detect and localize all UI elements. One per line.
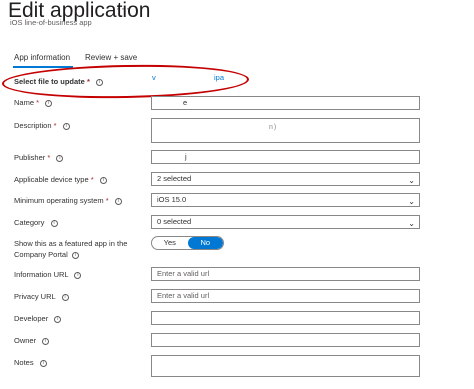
min-os-dropdown[interactable]: iOS 15.0 ⌄ bbox=[151, 193, 420, 207]
tab-review-save[interactable]: Review + save bbox=[85, 53, 137, 62]
info-icon[interactable]: i bbox=[95, 78, 103, 86]
owner-label: Owner i bbox=[14, 335, 50, 346]
device-type-label: Applicable device type * i bbox=[14, 174, 107, 185]
tab-app-information[interactable]: App information bbox=[14, 53, 70, 62]
info-icon[interactable]: i bbox=[54, 315, 62, 323]
chevron-down-icon: ⌄ bbox=[408, 197, 415, 206]
owner-input[interactable] bbox=[151, 333, 420, 347]
info-icon[interactable]: i bbox=[61, 293, 69, 301]
privacy-url-input[interactable]: Enter a valid url bbox=[151, 289, 420, 303]
device-type-dropdown[interactable]: 2 selected ⌄ bbox=[151, 172, 420, 186]
file-link[interactable]: v bbox=[152, 73, 156, 82]
publisher-field[interactable]: j bbox=[151, 150, 420, 164]
chevron-down-icon: ⌄ bbox=[408, 219, 415, 228]
publisher-label: Publisher * i bbox=[14, 152, 64, 163]
notes-input[interactable] bbox=[151, 355, 420, 377]
developer-label: Developer i bbox=[14, 313, 62, 324]
notes-label: Notes i bbox=[14, 357, 47, 368]
info-icon[interactable]: i bbox=[99, 176, 107, 184]
featured-toggle[interactable]: Yes No bbox=[151, 236, 224, 250]
description-label: Description * i bbox=[14, 120, 70, 131]
description-field[interactable]: n) bbox=[151, 118, 420, 143]
info-icon[interactable]: i bbox=[114, 197, 122, 205]
privacy-url-label: Privacy URL i bbox=[14, 291, 69, 302]
name-field[interactable]: e bbox=[151, 96, 420, 110]
toggle-no-option[interactable]: No bbox=[187, 237, 223, 249]
category-label: Category i bbox=[14, 217, 58, 228]
device-type-value: 2 selected bbox=[157, 174, 192, 183]
file-label: Select file to update * i bbox=[14, 76, 103, 87]
toggle-yes-option[interactable]: Yes bbox=[152, 237, 188, 249]
info-icon[interactable]: i bbox=[56, 154, 64, 162]
name-label: Name * i bbox=[14, 97, 53, 108]
info-url-input[interactable]: Enter a valid url bbox=[151, 267, 420, 281]
name-value: e bbox=[183, 98, 188, 107]
info-url-label: Information URL i bbox=[14, 269, 82, 280]
info-icon[interactable]: i bbox=[71, 251, 79, 259]
featured-label: Show this as a featured app in the Compa… bbox=[14, 239, 128, 259]
min-os-label: Minimum operating system * i bbox=[14, 195, 122, 206]
info-icon[interactable]: i bbox=[45, 99, 53, 107]
chevron-down-icon: ⌄ bbox=[408, 176, 415, 185]
category-value: 0 selected bbox=[157, 217, 192, 226]
info-icon[interactable]: i bbox=[74, 271, 82, 279]
info-icon[interactable]: i bbox=[50, 219, 58, 227]
publisher-value: j bbox=[185, 152, 187, 161]
page-subtitle: iOS line-of-business app bbox=[10, 18, 92, 27]
more-icon[interactable]: ··· bbox=[116, 1, 131, 15]
file-link-extension[interactable]: ipa bbox=[214, 73, 224, 82]
description-value: n) bbox=[269, 124, 278, 131]
info-icon[interactable]: i bbox=[42, 337, 50, 345]
info-icon[interactable]: i bbox=[39, 359, 47, 367]
category-dropdown[interactable]: 0 selected ⌄ bbox=[151, 215, 420, 229]
info-icon[interactable]: i bbox=[62, 122, 70, 130]
developer-input[interactable] bbox=[151, 311, 420, 325]
min-os-value: iOS 15.0 bbox=[157, 195, 187, 204]
